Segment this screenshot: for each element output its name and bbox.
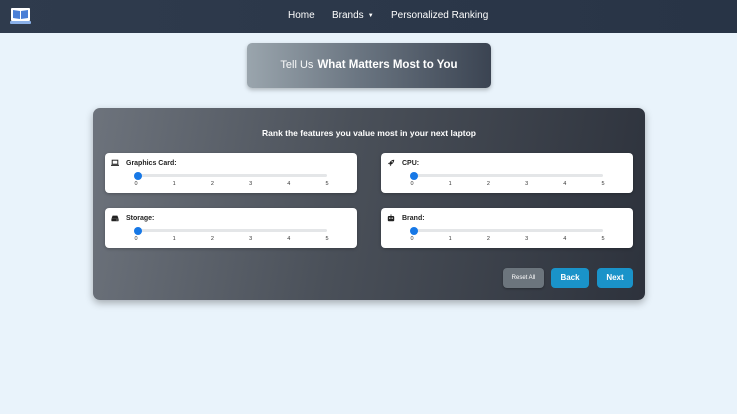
storage-slider[interactable] (134, 226, 327, 235)
feature-label-text: Brand: (402, 214, 425, 222)
laptop-book-icon[interactable] (10, 7, 31, 25)
nav-home-link[interactable]: Home (288, 10, 315, 21)
brand-slider[interactable] (410, 226, 603, 235)
hard-drive-icon (111, 215, 119, 222)
tick-label: 1 (448, 236, 452, 242)
tick-label: 5 (601, 236, 605, 242)
tick-label: 5 (601, 181, 605, 187)
slider-thumb[interactable] (134, 171, 142, 180)
tick-label: 0 (410, 236, 414, 242)
rocket-icon (387, 159, 395, 167)
slider-ticks: 0 1 2 3 4 5 (134, 181, 329, 189)
hero-lead: Tell Us (280, 59, 314, 71)
tick-label: 5 (325, 181, 329, 187)
tick-label: 1 (448, 181, 452, 187)
tick-label: 3 (249, 181, 253, 187)
hero-banner: Tell Us What Matters Most to You (247, 43, 491, 88)
navbar: Home Brands ▼ Personalized Ranking (0, 0, 737, 33)
next-button[interactable]: Next (597, 268, 633, 288)
tick-label: 4 (563, 181, 567, 187)
feature-label-graphics: Graphics Card: (111, 159, 177, 167)
graphics-slider[interactable] (134, 171, 327, 180)
tick-label: 2 (210, 181, 214, 187)
hero-strong: What Matters Most to You (317, 59, 458, 71)
feature-label-brand: Brand: (387, 214, 425, 222)
tick-label: 1 (172, 236, 176, 242)
cpu-slider[interactable] (410, 171, 603, 180)
feature-card-brand: Brand: 0 1 2 3 4 5 (381, 208, 633, 248)
slider-ticks: 0 1 2 3 4 5 (410, 236, 605, 244)
caret-down-icon: ▼ (367, 13, 374, 19)
tick-label: 4 (287, 236, 291, 242)
tick-label: 5 (325, 236, 329, 242)
tick-label: 0 (134, 236, 138, 242)
tick-label: 1 (172, 181, 176, 187)
slider-ticks: 0 1 2 3 4 5 (134, 236, 329, 244)
tick-label: 3 (525, 181, 529, 187)
tick-label: 2 (486, 181, 490, 187)
feature-label-text: Storage: (126, 214, 155, 222)
tick-label: 3 (525, 236, 529, 242)
feature-label-text: Graphics Card: (126, 159, 177, 167)
back-button[interactable]: Back (551, 268, 589, 288)
tick-label: 2 (210, 236, 214, 242)
feature-label-text: CPU: (402, 159, 420, 167)
feature-card-graphics: Graphics Card: 0 1 2 3 4 5 (105, 153, 357, 193)
nav-brands-label: Brands (332, 10, 364, 21)
tick-label: 2 (486, 236, 490, 242)
laptop-icon (111, 159, 119, 166)
slider-ticks: 0 1 2 3 4 5 (410, 181, 605, 189)
feature-label-cpu: CPU: (387, 159, 419, 167)
robot-icon (387, 214, 395, 222)
slider-thumb[interactable] (410, 171, 418, 180)
feature-card-storage: Storage: 0 1 2 3 4 5 (105, 208, 357, 248)
panel-title: Rank the features you value most in your… (262, 128, 476, 138)
tick-label: 3 (249, 236, 253, 242)
ranking-panel: Rank the features you value most in your… (93, 108, 645, 300)
nav-brands-dropdown[interactable]: Brands ▼ (332, 10, 374, 21)
tick-label: 0 (410, 181, 414, 187)
feature-card-cpu: CPU: 0 1 2 3 4 5 (381, 153, 633, 193)
tick-label: 4 (287, 181, 291, 187)
slider-thumb[interactable] (410, 226, 418, 235)
reset-all-button[interactable]: Reset All (503, 268, 544, 288)
feature-label-storage: Storage: (111, 214, 154, 222)
tick-label: 0 (134, 181, 138, 187)
tick-label: 4 (563, 236, 567, 242)
slider-thumb[interactable] (134, 226, 142, 235)
nav-ranking-link[interactable]: Personalized Ranking (391, 10, 488, 21)
